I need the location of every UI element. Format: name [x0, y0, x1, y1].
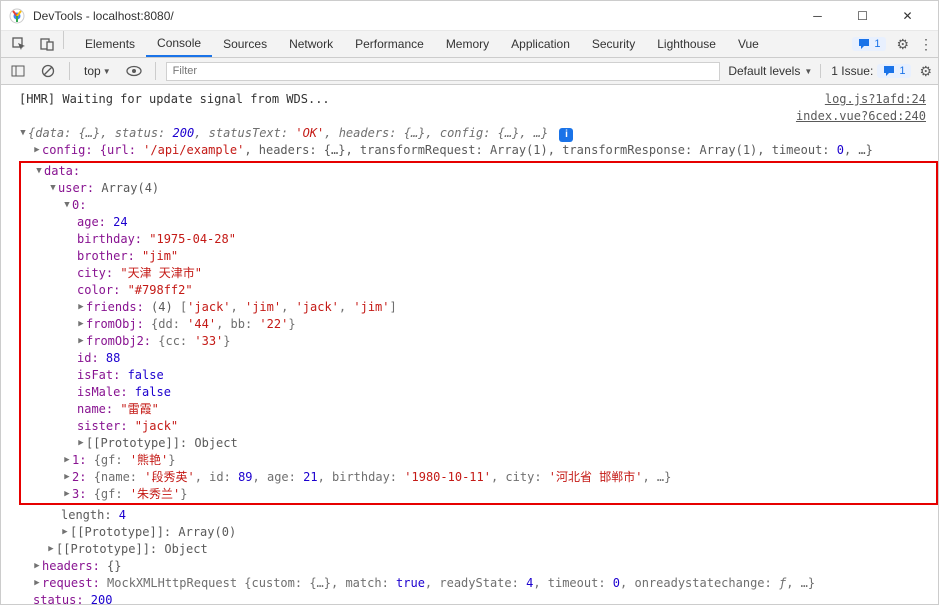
devtools-icon	[9, 8, 25, 24]
window-controls: ─ ☐ ✕	[795, 1, 930, 30]
settings-icon[interactable]: ⚙	[896, 36, 909, 53]
console-settings-icon[interactable]: ⚙	[919, 63, 932, 80]
context-selector[interactable]: top ▼	[80, 64, 115, 78]
object-row[interactable]: ▼0:	[21, 197, 936, 214]
object-row[interactable]: ▶1: {gf: '熊艳'}	[21, 452, 936, 469]
prop-row[interactable]: sister: "jack"	[21, 418, 936, 435]
live-expression-icon[interactable]	[123, 65, 145, 77]
prop-row[interactable]: brother: "jim"	[21, 248, 936, 265]
tab-lighthouse[interactable]: Lighthouse	[646, 31, 727, 57]
prop-row[interactable]: color: "#798ff2"	[21, 282, 936, 299]
messages-badge[interactable]: 1	[852, 37, 886, 51]
object-row[interactable]: ▶2: {name: '段秀英', id: 89, age: 21, birth…	[21, 469, 936, 486]
tab-application[interactable]: Application	[500, 31, 581, 57]
collapse-icon[interactable]: ▶	[76, 333, 86, 350]
tab-elements[interactable]: Elements	[74, 31, 146, 57]
prop-row[interactable]: ▶fromObj2: {cc: '33'}	[21, 333, 936, 350]
log-line: index.vue?6ced:240	[19, 108, 938, 125]
collapse-icon[interactable]: ▶	[62, 452, 72, 469]
window-titlebar: DevTools - localhost:8080/ ─ ☐ ✕	[1, 1, 938, 31]
collapse-icon[interactable]: ▶	[32, 558, 42, 575]
minimize-button[interactable]: ─	[795, 1, 840, 30]
chevron-down-icon: ▼	[804, 67, 812, 76]
prop-row[interactable]: isMale: false	[21, 384, 936, 401]
devtools-tabbar: Elements Console Sources Network Perform…	[1, 31, 938, 58]
tab-console[interactable]: Console	[146, 31, 212, 57]
maximize-button[interactable]: ☐	[840, 1, 885, 30]
issues-button[interactable]: 1 Issue: 1	[820, 64, 911, 78]
device-toggle-icon[interactable]	[33, 31, 61, 57]
prop-row[interactable]: ▶friends: (4) ['jack', 'jim', 'jack', 'j…	[21, 299, 936, 316]
prop-row[interactable]: ▶fromObj: {dd: '44', bb: '22'}	[21, 316, 936, 333]
collapse-icon[interactable]: ▶	[60, 524, 70, 541]
source-link[interactable]: index.vue?6ced:240	[796, 108, 926, 125]
chevron-down-icon: ▼	[103, 67, 111, 76]
highlighted-section: ▼data: ▼user: Array(4) ▼0: age: 24 birth…	[19, 161, 938, 505]
object-row[interactable]: ▼user: Array(4)	[21, 180, 936, 197]
prop-row[interactable]: id: 88	[21, 350, 936, 367]
prop-row[interactable]: ▶[[Prototype]]: Object	[19, 541, 938, 558]
tab-security[interactable]: Security	[581, 31, 646, 57]
filter-input[interactable]	[166, 62, 721, 81]
log-line: [HMR] Waiting for update signal from WDS…	[19, 91, 938, 108]
more-icon[interactable]: ⋮	[919, 36, 932, 53]
expand-icon[interactable]: ▼	[48, 180, 58, 197]
object-row[interactable]: ▶3: {gf: '朱秀兰'}	[21, 486, 936, 503]
collapse-icon[interactable]: ▶	[76, 435, 86, 452]
object-row[interactable]: ▼data:	[21, 163, 936, 180]
prop-row[interactable]: ▶[[Prototype]]: Array(0)	[19, 524, 938, 541]
expand-icon[interactable]: ▼	[34, 163, 44, 180]
tab-sources[interactable]: Sources	[212, 31, 278, 57]
collapse-icon[interactable]: ▶	[62, 469, 72, 486]
prop-row[interactable]: ▶[[Prototype]]: Object	[21, 435, 936, 452]
separator	[63, 31, 64, 49]
messages-count: 1	[874, 38, 880, 50]
separator	[155, 62, 156, 80]
prop-row[interactable]: length: 4	[19, 507, 938, 524]
clear-console-icon[interactable]	[37, 64, 59, 78]
tab-network[interactable]: Network	[278, 31, 344, 57]
collapse-icon[interactable]: ▶	[46, 541, 56, 558]
prop-row[interactable]: isFat: false	[21, 367, 936, 384]
collapse-icon[interactable]: ▶	[32, 142, 42, 159]
expand-icon[interactable]: ▼	[18, 125, 28, 142]
info-icon[interactable]: i	[559, 128, 573, 142]
tab-vue[interactable]: Vue	[727, 31, 770, 57]
collapse-icon[interactable]: ▶	[76, 299, 86, 316]
object-row[interactable]: ▶request: MockXMLHttpRequest {custom: {……	[19, 575, 938, 592]
separator	[69, 62, 70, 80]
tab-performance[interactable]: Performance	[344, 31, 435, 57]
console-output: [HMR] Waiting for update signal from WDS…	[1, 85, 938, 605]
prop-row[interactable]: name: "雷霞"	[21, 401, 936, 418]
sidebar-toggle-icon[interactable]	[7, 64, 29, 78]
window-title: DevTools - localhost:8080/	[33, 9, 795, 23]
panel-tabs: Elements Console Sources Network Perform…	[74, 31, 770, 57]
collapse-icon[interactable]: ▶	[76, 316, 86, 333]
object-row[interactable]: ▶config: {url: '/api/example', headers: …	[19, 142, 938, 159]
console-toolbar: top ▼ Default levels ▼ 1 Issue: 1 ⚙	[1, 58, 938, 85]
prop-row[interactable]: age: 24	[21, 214, 936, 231]
prop-row[interactable]: status: 200	[19, 592, 938, 605]
log-levels-dropdown[interactable]: Default levels ▼	[728, 64, 812, 78]
source-link[interactable]: log.js?1afd:24	[825, 91, 926, 108]
object-row[interactable]: ▶headers: {}	[19, 558, 938, 575]
collapse-icon[interactable]: ▶	[32, 575, 42, 592]
tab-memory[interactable]: Memory	[435, 31, 500, 57]
collapse-icon[interactable]: ▶	[62, 486, 72, 503]
close-button[interactable]: ✕	[885, 1, 930, 30]
prop-row[interactable]: city: "天津 天津市"	[21, 265, 936, 282]
inspect-icon[interactable]	[5, 31, 33, 57]
expand-icon[interactable]: ▼	[62, 197, 72, 214]
object-summary[interactable]: ▼{data: {…}, status: 200, statusText: 'O…	[19, 125, 938, 142]
prop-row[interactable]: birthday: "1975-04-28"	[21, 231, 936, 248]
